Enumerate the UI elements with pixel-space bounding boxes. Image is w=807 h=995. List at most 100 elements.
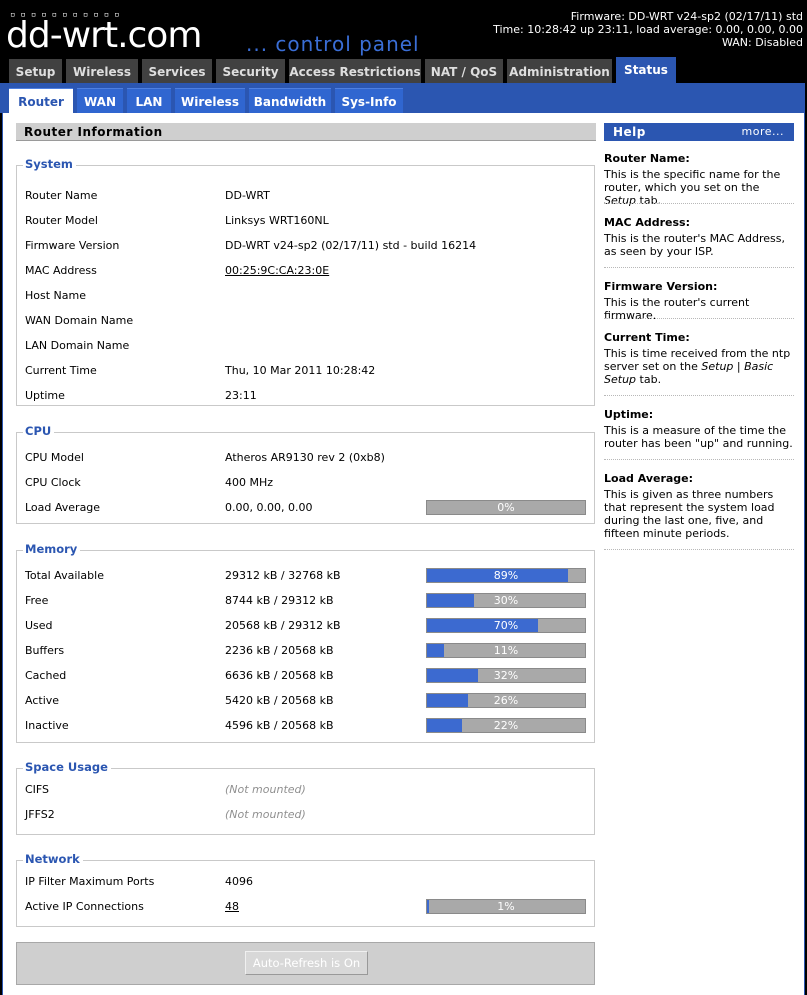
info-value: 20568 kB / 29312 kB <box>225 619 341 632</box>
memory-bar: 30% <box>426 593 586 608</box>
header: ▫▫▫▫▫▫▫▫▫▫▫ dd-wrt.com ... control panel… <box>0 0 807 57</box>
connections-bar: 1% <box>426 899 586 914</box>
memory-bar: 70% <box>426 618 586 633</box>
router-information-panel: Router Information System Router Name DD-… <box>16 123 596 985</box>
progress-percent: 30% <box>493 594 519 607</box>
memory-bar: 11% <box>426 643 586 658</box>
memory-section: Memory Total Available 29312 kB / 32768 k… <box>16 542 595 743</box>
section-legend: Memory <box>23 542 81 556</box>
help-separator <box>604 267 794 268</box>
memory-bar: 22% <box>426 718 586 733</box>
subtab-bandwidth[interactable]: Bandwidth <box>249 88 331 113</box>
info-label: Host Name <box>25 289 86 302</box>
info-label: Free <box>25 594 49 607</box>
control-panel-title: ... control panel <box>246 32 420 56</box>
tab-status[interactable]: Status <box>616 57 676 83</box>
progress-percent: 26% <box>493 694 519 707</box>
header-info: Firmware: DD-WRT v24-sp2 (02/17/11) std … <box>493 10 803 49</box>
info-label: Current Time <box>25 364 97 377</box>
progress-percent: 70% <box>493 619 519 632</box>
tab-administration[interactable]: Administration <box>507 59 612 83</box>
info-label: Router Model <box>25 214 98 227</box>
network-section: Network IP Filter Maximum Ports 4096 Acti… <box>16 852 595 927</box>
help-item: MAC Address: This is the router's MAC Add… <box>604 216 794 258</box>
system-section: System Router Name DD-WRT Router Model Lin… <box>16 157 595 406</box>
subtab-sys-info[interactable]: Sys-Info <box>335 88 403 113</box>
help-title: Help more... <box>604 123 794 141</box>
help-item: Current Time: This is time received from … <box>604 331 794 386</box>
info-value: Thu, 10 Mar 2011 10:28:42 <box>225 364 376 377</box>
info-label: Cached <box>25 669 67 682</box>
info-label: Active IP Connections <box>25 900 144 913</box>
help-item-title: Router Name: <box>604 152 690 165</box>
info-label: CPU Clock <box>25 476 81 489</box>
help-item: Router Name: This is the specific name fo… <box>604 152 794 207</box>
info-value: Atheros AR9130 rev 2 (0xb8) <box>225 451 385 464</box>
tab-wireless[interactable]: Wireless <box>66 59 138 83</box>
info-label: Uptime <box>25 389 65 402</box>
tab-security[interactable]: Security <box>216 59 285 83</box>
info-value: 29312 kB / 32768 kB <box>225 569 341 582</box>
wan-info: WAN: Disabled <box>721 36 803 49</box>
section-legend: System <box>23 157 76 171</box>
info-label: JFFS2 <box>25 808 55 821</box>
info-label: MAC Address <box>25 264 97 277</box>
auto-refresh-button[interactable]: Auto-Refresh is On <box>245 951 368 975</box>
section-legend: Network <box>23 852 83 866</box>
subtab-wan[interactable]: WAN <box>77 88 123 113</box>
progress-percent: 0% <box>497 501 515 514</box>
info-label: Total Available <box>25 569 104 582</box>
info-value: DD-WRT <box>225 189 270 202</box>
time-info: Time: 10:28:42 up 23:11, load average: 0… <box>493 23 803 36</box>
info-label: Buffers <box>25 644 65 657</box>
info-label: WAN Domain Name <box>25 314 134 327</box>
section-legend: Space Usage <box>23 760 111 774</box>
info-label: CPU Model <box>25 451 84 464</box>
content-area: Router Information System Router Name DD-… <box>2 113 805 995</box>
progress-percent: 22% <box>493 719 519 732</box>
info-value: 23:11 <box>225 389 257 402</box>
refresh-bar: Auto-Refresh is On <box>16 942 595 985</box>
info-label: Active <box>25 694 60 707</box>
info-label: CIFS <box>25 783 50 796</box>
help-separator <box>604 318 794 319</box>
info-label: LAN Domain Name <box>25 339 130 352</box>
info-label: Router Name <box>25 189 98 202</box>
help-item-desc: This is the router's MAC Address, as see… <box>604 232 785 258</box>
memory-bar: 26% <box>426 693 586 708</box>
info-value: 4596 kB / 20568 kB <box>225 719 334 732</box>
subtab-lan[interactable]: LAN <box>127 88 171 113</box>
help-separator <box>604 395 794 396</box>
space-usage-section: Space Usage CIFS (Not mounted) JFFS2 (Not … <box>16 760 595 835</box>
help-item-title: MAC Address: <box>604 216 691 229</box>
tab-setup[interactable]: Setup <box>9 59 62 83</box>
info-value: 2236 kB / 20568 kB <box>225 644 334 657</box>
section-legend: CPU <box>23 424 55 438</box>
help-item-title: Load Average: <box>604 472 694 485</box>
mac-address-link[interactable]: 00:25:9C:CA:23:0E <box>225 264 435 278</box>
help-more-link[interactable]: more... <box>742 123 784 141</box>
info-value: 400 MHz <box>225 476 274 489</box>
tab-access-restrictions[interactable]: Access Restrictions <box>289 59 421 83</box>
logo[interactable]: dd-wrt.com <box>6 16 202 56</box>
help-item-desc: This is the specific name for the router… <box>604 168 781 207</box>
progress-percent: 32% <box>493 669 519 682</box>
subtab-router[interactable]: Router <box>9 88 73 113</box>
panel-title: Router Information <box>16 123 596 141</box>
info-value: 0.00, 0.00, 0.00 <box>225 501 313 514</box>
tab-nat-qos[interactable]: NAT / QoS <box>425 59 503 83</box>
info-value: DD-WRT v24-sp2 (02/17/11) std - build 16… <box>225 239 477 252</box>
active-connections-link[interactable]: 48 <box>225 900 435 914</box>
info-value: 5420 kB / 20568 kB <box>225 694 334 707</box>
help-item: Firmware Version: This is the router's cu… <box>604 280 794 322</box>
help-item-desc: This is time received from the ntp serve… <box>604 347 791 386</box>
info-value: 8744 kB / 29312 kB <box>225 594 334 607</box>
subtab-wireless[interactable]: Wireless <box>175 88 245 113</box>
help-heading: Help <box>613 125 646 139</box>
tab-services[interactable]: Services <box>142 59 212 83</box>
info-value: Linksys WRT160NL <box>225 214 329 227</box>
cpu-section: CPU CPU Model Atheros AR9130 rev 2 (0xb8)… <box>16 424 595 524</box>
help-panel: Help more... Router Name: This is the spec… <box>604 123 794 550</box>
progress-percent: 89% <box>493 569 519 582</box>
load-average-bar: 0% <box>426 500 586 515</box>
